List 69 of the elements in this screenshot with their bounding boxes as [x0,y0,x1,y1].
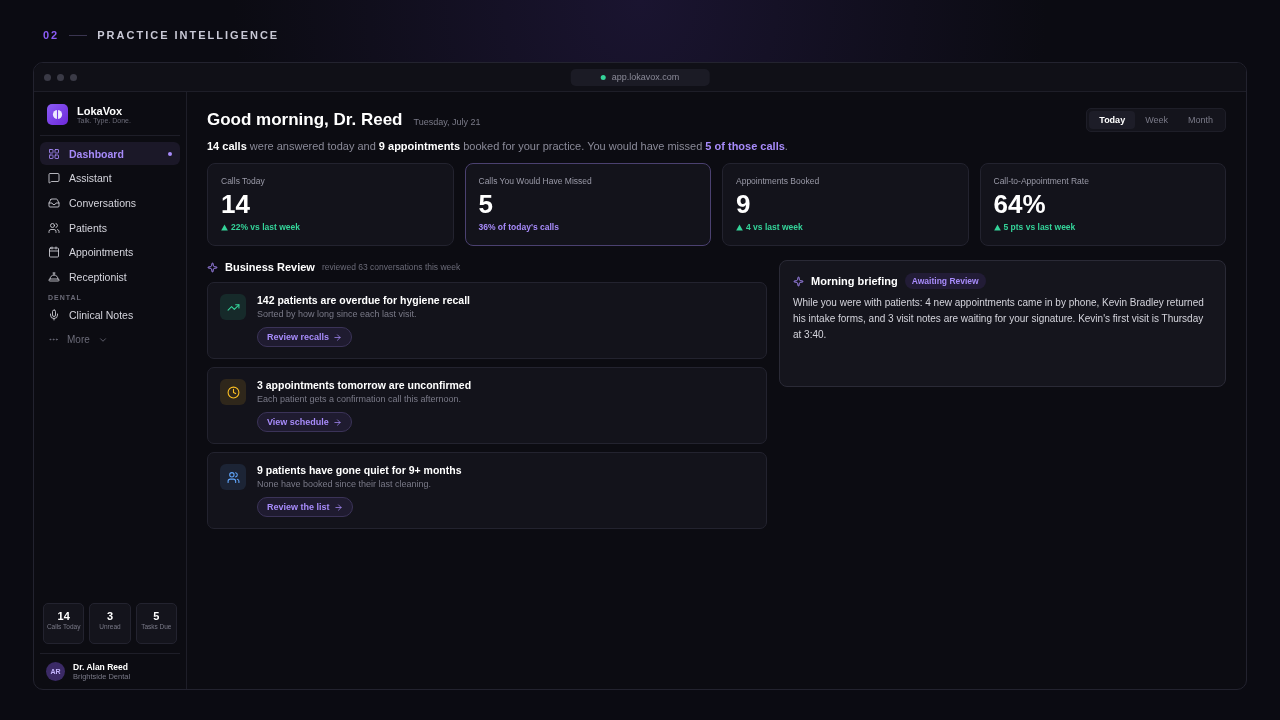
secure-dot [600,74,606,80]
bell-icon [48,270,60,283]
section-title: PRACTICE INTELLIGENCE [97,29,280,41]
review-detail: None have booked since their last cleaning. [257,479,433,489]
review-action-button[interactable]: Review recalls [257,327,353,347]
stat-delta: 5 pts vs last week [1003,222,1076,232]
stat-label: Call-to-Appointment Rate [993,176,1090,186]
user-name: Dr. Alan Reed [73,662,129,672]
nav-item[interactable]: Receptionist [40,265,180,289]
brand-name: LokaVox [77,105,124,117]
nav-item[interactable]: Conversations [40,191,180,215]
nav-item[interactable]: Appointments [40,240,180,264]
up-triangle-icon [736,223,743,231]
logo-icon [47,104,68,125]
stat-value: 5 [478,189,494,220]
chat-icon [48,172,60,185]
sparkle-icon [207,261,218,273]
section-heading: Business Review [225,261,315,273]
stat-value: 9 [736,189,752,220]
url-bar[interactable]: app.lokavox.com [570,68,710,86]
briefing-text: While you were with patients: 4 new appointments came in by phone, Kevin Bradley returned his intake forms, and 3 visit notes are waiting for your signature. Kevin's first visit is Thursday at 3:40. [793,296,1205,342]
window-dot [57,73,64,81]
stat-label: Appointments Booked [736,176,821,186]
window-dot [70,73,77,81]
review-action-button[interactable]: Review the list [257,497,353,517]
review-title: 9 patients have gone quiet for 9+ months [257,464,462,476]
range-tab[interactable]: Month [1178,111,1223,129]
summary-text: 14 calls were answered today and 9 appointments booked for your practice. You would have missed 5 of those calls. [207,140,789,152]
review-title: 3 appointments tomorrow are unconfirmed [257,379,472,391]
microphone-icon [48,308,60,321]
stat-label: Calls Today [221,176,266,186]
review-detail: Each patient gets a confirmation call this afternoon. [257,394,463,404]
briefing-title: Morning briefing [811,275,898,287]
stat-label: Calls You Would Have Missed [478,176,593,186]
range-tab[interactable]: Today [1089,111,1136,129]
arrow-right-icon [333,332,343,342]
date-text: Tuesday, July 21 [413,116,482,127]
nav-item[interactable]: Clinical Notes [40,303,180,327]
status-badge: Awaiting Review [904,273,986,289]
nav-item[interactable]: Dashboard [40,142,180,165]
range-tab[interactable]: Week [1135,111,1178,129]
section-number: 02 [43,29,60,41]
more-button[interactable]: More [40,327,180,352]
stat-delta: 22% vs last week [231,222,300,232]
review-detail: Sorted by how long since each last visit. [257,309,418,319]
mini-stat-value: 3 [106,610,114,622]
dashboard-grid-icon [48,147,60,160]
users-icon [48,221,60,234]
section-note: reviewed 63 conversations this week [321,262,461,272]
window-dot [44,73,51,81]
mini-stat-value: 14 [57,610,70,622]
stat-delta: 36% of today's calls [478,222,559,232]
calendar-icon [48,246,60,259]
stat-value: 64% [993,189,1047,220]
up-triangle-icon [993,223,1001,231]
arrow-right-icon [333,502,343,512]
mini-stat-value: 5 [153,610,160,622]
review-title: 142 patients are overdue for hygiene recall [257,294,470,306]
up-triangle-icon [221,223,228,231]
nav-item[interactable]: Assistant [40,166,180,190]
stat-value: 14 [221,189,251,220]
arrow-right-icon [332,417,342,427]
review-action-button[interactable]: View schedule [257,412,352,432]
nav-item[interactable]: Patients [40,216,180,240]
stat-delta: 4 vs last week [746,222,803,232]
inbox-icon [48,196,60,209]
sparkle-icon [793,275,804,287]
active-dot [168,151,172,156]
greeting-title: Good morning, Dr. Reed [207,110,403,130]
